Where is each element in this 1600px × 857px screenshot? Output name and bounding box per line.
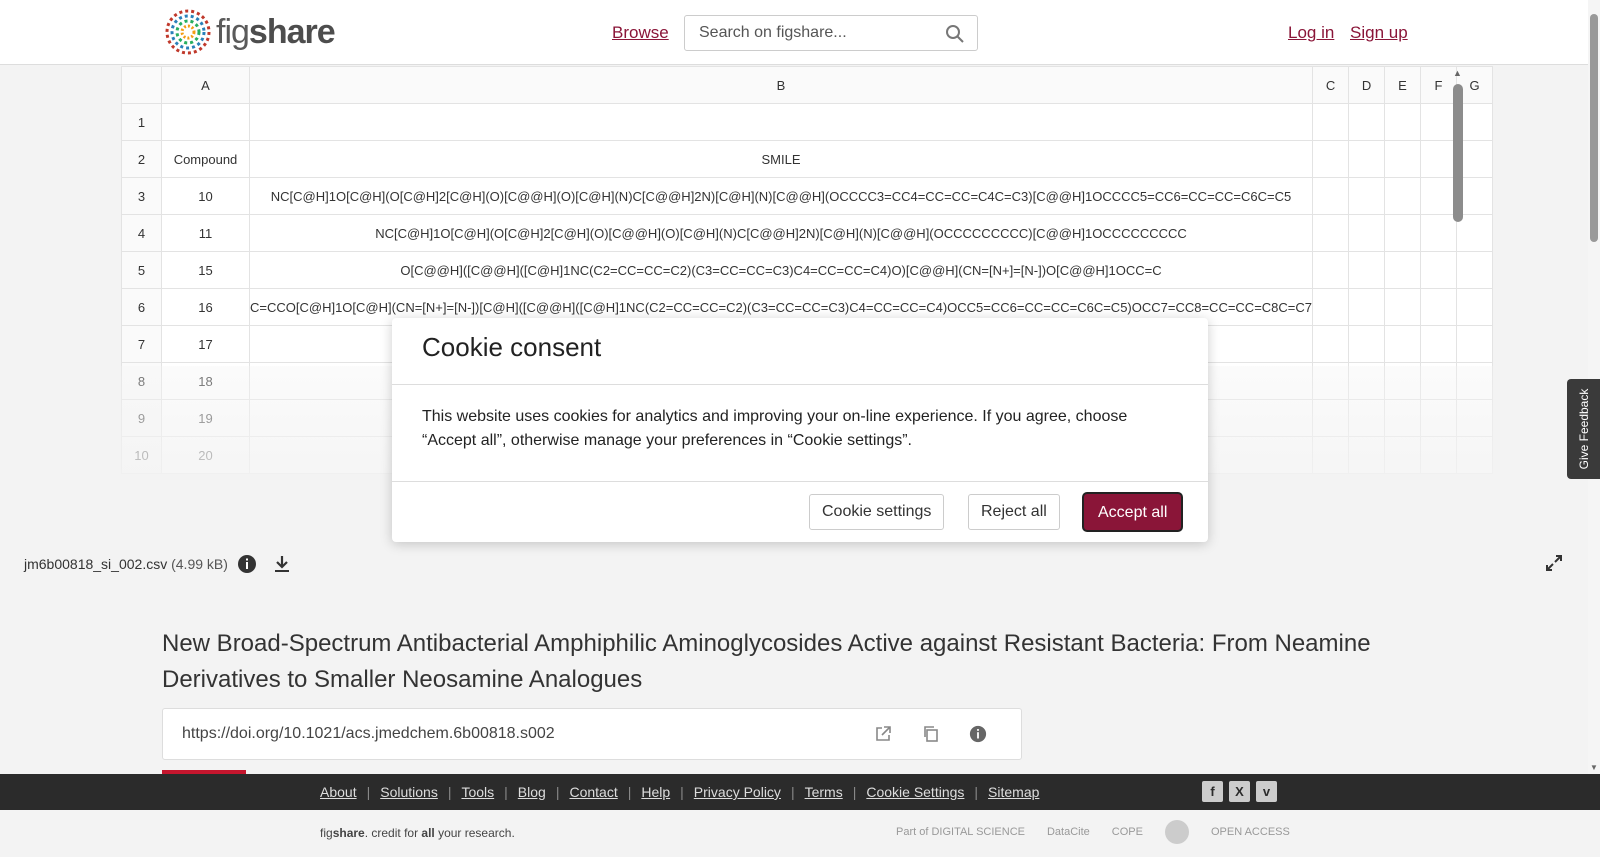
cookie-settings-button[interactable]: Cookie settings (809, 494, 945, 530)
cookie-dialog-title: Cookie consent (392, 318, 1208, 385)
cookie-dialog-actions: Cookie settings Reject all Accept all (392, 482, 1208, 542)
cookie-consent-dialog: Cookie consent This website uses cookies… (392, 318, 1208, 542)
accept-all-button[interactable]: Accept all (1084, 494, 1182, 530)
reject-all-button[interactable]: Reject all (968, 494, 1060, 530)
cookie-dialog-message: This website uses cookies for analytics … (392, 385, 1208, 482)
